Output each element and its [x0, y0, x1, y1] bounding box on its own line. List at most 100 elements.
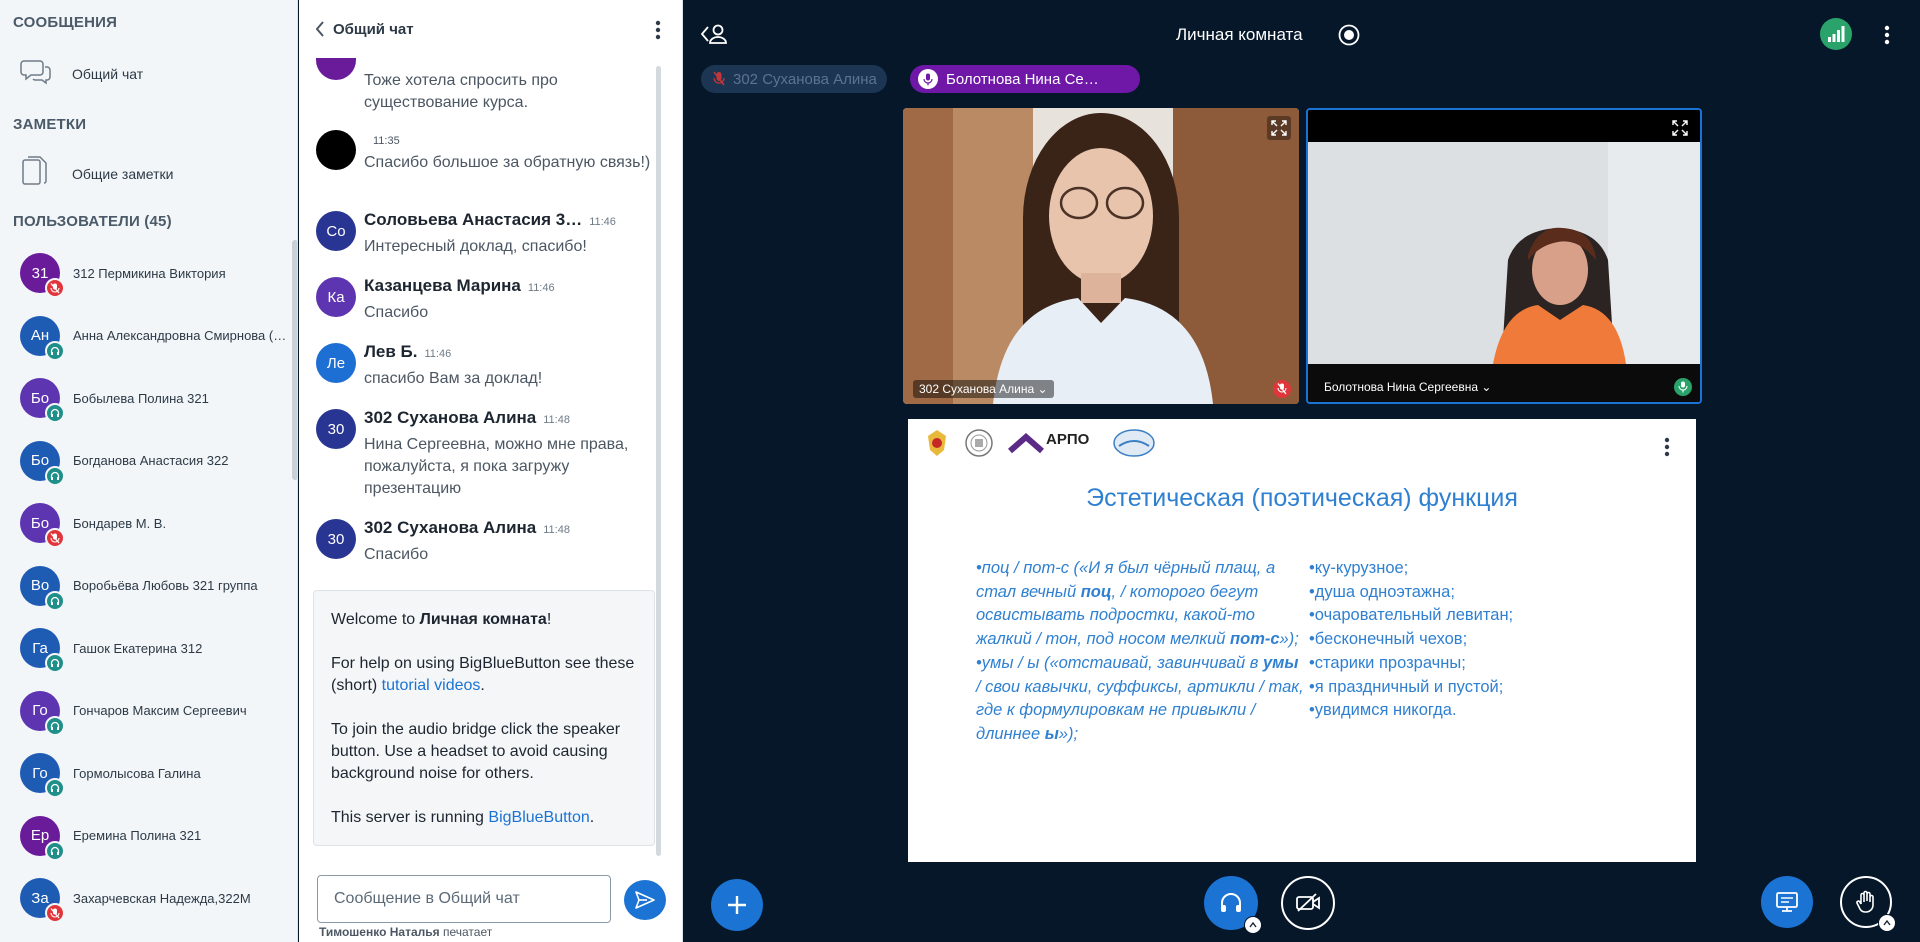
notes-heading: ЗАМЕТКИ: [13, 116, 87, 133]
server-suffix: .: [589, 809, 595, 826]
user-name: Захарчевская Надежда,322М: [73, 890, 251, 906]
back-chevron-icon[interactable]: [315, 21, 325, 37]
slide-list-line: •бесконечный чехов;: [1309, 630, 1468, 649]
webcam-user-name[interactable]: 302 Суханова Алина ⌄: [913, 380, 1054, 398]
muted-mic-icon: [45, 528, 65, 548]
slide-options-icon[interactable]: [1664, 437, 1670, 457]
typing-indicator: Тимошенко Наталья печатает: [319, 925, 492, 939]
raise-hand-button[interactable]: [1840, 876, 1896, 932]
record-icon[interactable]: [1338, 24, 1360, 46]
slide-text: »);: [1279, 630, 1299, 649]
signal-bars-icon: [1827, 26, 1845, 42]
slide-title: Эстетическая (поэтическая) функция: [1086, 484, 1518, 512]
coat-of-arms-logo: [924, 428, 950, 458]
webcam-user-name[interactable]: Болотнова Нина Сергеевна ⌄: [1318, 378, 1497, 396]
welcome-room-name: Личная комната: [419, 611, 547, 628]
slide-bold: пот-с: [1230, 630, 1280, 649]
muted-mic-icon: [45, 903, 65, 923]
webcam-name-text: 302 Суханова Алина: [919, 382, 1035, 396]
sidebar-scrollbar[interactable]: [292, 240, 297, 480]
talker-pill-talking[interactable]: Болотнова Нина Се…: [910, 65, 1140, 93]
send-message-button[interactable]: [624, 880, 666, 920]
notes-document-icon: [20, 154, 50, 193]
chat-avatar-initials: Со: [326, 222, 346, 240]
public-chat-link[interactable]: Общий чат: [20, 56, 143, 91]
webcam-video-feed: [903, 108, 1299, 404]
user-list-item[interactable]: За Захарчевская Надежда,322М: [20, 873, 290, 923]
user-name: Гормолысова Галина: [73, 765, 201, 781]
listen-only-headphones-icon: [45, 403, 65, 423]
chat-sender: Соловьева Анастасия 3… 11:46: [364, 210, 616, 230]
chat-avatar-initials: Ле: [326, 354, 346, 372]
audio-headphones-button[interactable]: [1204, 876, 1262, 934]
chat-avatar: 30: [316, 519, 356, 559]
user-name: Богданова Анастасия 322: [73, 453, 229, 468]
arpo-logo: АРПО: [1008, 431, 1089, 455]
user-list-item[interactable]: Бо Богданова Анастасия 322: [20, 436, 290, 486]
listen-only-headphones-icon: [45, 840, 65, 861]
audio-help-text: To join the audio bridge click the speak…: [331, 721, 621, 782]
chat-avatar: Со: [316, 211, 356, 251]
options-menu-icon[interactable]: [1884, 25, 1890, 45]
chat-avatar: 30: [316, 409, 356, 449]
user-list-item[interactable]: Го Гончаров Максим Сергеевич: [20, 686, 290, 736]
hand-options-chevron-icon[interactable]: [1878, 914, 1896, 932]
tutorial-videos-link[interactable]: tutorial videos: [382, 677, 481, 694]
shared-notes-link[interactable]: Общие заметки: [20, 154, 173, 193]
user-list-item[interactable]: 31 312 Пермикина Виктория: [20, 248, 290, 298]
muted-mic-icon: [45, 278, 65, 298]
slide-list-line: •ку-курузное;: [1309, 559, 1409, 577]
chat-sender-name: Соловьева Анастасия 3…: [364, 210, 583, 229]
avatar-initials: Во: [30, 577, 50, 594]
avatar: Бо: [20, 378, 65, 423]
chat-sender: Казанцева Марина 11:46: [364, 276, 555, 296]
presentation-toggle-button[interactable]: [1761, 876, 1813, 928]
actions-button[interactable]: [711, 879, 763, 931]
talker-name-talking: Болотнова Нина Се…: [946, 70, 1099, 88]
user-list-item[interactable]: Ан Анна Александровна Смирнова (Кафедра р…: [20, 311, 290, 361]
user-name: Бобылева Полина 321: [73, 390, 209, 406]
avatar: Го: [20, 690, 65, 736]
chat-scrollbar[interactable]: [656, 66, 661, 856]
share-webcam-button[interactable]: [1281, 876, 1335, 930]
user-list-item[interactable]: Го Гормолысова Галина: [20, 748, 290, 798]
listen-only-headphones-icon: [45, 340, 65, 361]
avatar: Бо: [20, 503, 65, 548]
slide-paragraph-1: •поц / пот-с («И я был чёрный плащ, а ст…: [976, 557, 1306, 652]
user-list-item[interactable]: Га Гашок Екатерина 312: [20, 623, 290, 673]
fullscreen-icon[interactable]: [1668, 116, 1692, 140]
webcam-tile-suhanova[interactable]: 302 Суханова Алина ⌄: [903, 108, 1299, 404]
chat-timestamp: 11:46: [589, 216, 616, 228]
slide-list-line: •старики прозрачны;: [1309, 653, 1466, 672]
bigbluebutton-link[interactable]: BigBlueButton: [488, 809, 589, 826]
server-text: This server is running: [331, 809, 489, 826]
university-seal-logo: [964, 428, 994, 458]
avatar-initials: Бо: [30, 389, 50, 407]
arpo-logo-text: АРПО: [1046, 430, 1090, 448]
fullscreen-icon[interactable]: [1267, 116, 1291, 140]
talker-pill-muted[interactable]: 302 Суханова Алина: [701, 65, 887, 93]
user-name: Анна Александровна Смирнова (Кафедра рус…: [73, 328, 288, 343]
send-arrow-icon: [635, 891, 655, 909]
avatar-initials: Ан: [30, 327, 50, 344]
chat-options-icon[interactable]: [655, 20, 661, 40]
chat-title: Общий чат: [333, 20, 414, 38]
presentation-area: Личная комната 302 Суханова Алина Болотн…: [684, 0, 1920, 942]
user-list-item[interactable]: Ер Еремина Полина 321: [20, 811, 290, 861]
plus-icon: [726, 894, 748, 916]
slide-left-column: •поц / пот-с («И я был чёрный плащ, а ст…: [976, 557, 1306, 747]
slide-right-column: •ку-курузное; •душа одноэтажна; •очаровате…: [1309, 557, 1609, 723]
connection-status-button[interactable]: [1820, 18, 1852, 50]
user-list-item[interactable]: Бо Бондарев М. В.: [20, 498, 290, 548]
webcam-tile-bolotnova[interactable]: Болотнова Нина Сергеевна ⌄: [1306, 108, 1702, 404]
chat-message-input[interactable]: [317, 875, 611, 923]
user-list-item[interactable]: Во Воробьёва Любовь 321 группа: [20, 561, 290, 611]
user-list-sidebar: СООБЩЕНИЯ Общий чат ЗАМЕТКИ Общие заметк…: [0, 0, 298, 942]
slide-bold: поц: [1080, 582, 1112, 601]
chat-avatar: [316, 130, 356, 170]
user-list-item[interactable]: Бо Бобылева Полина 321: [20, 373, 290, 423]
avatar: Ан: [20, 315, 65, 361]
user-list-toggle-icon[interactable]: [700, 22, 730, 46]
avatar: Го: [20, 753, 65, 798]
audio-options-chevron-icon[interactable]: [1244, 916, 1262, 934]
